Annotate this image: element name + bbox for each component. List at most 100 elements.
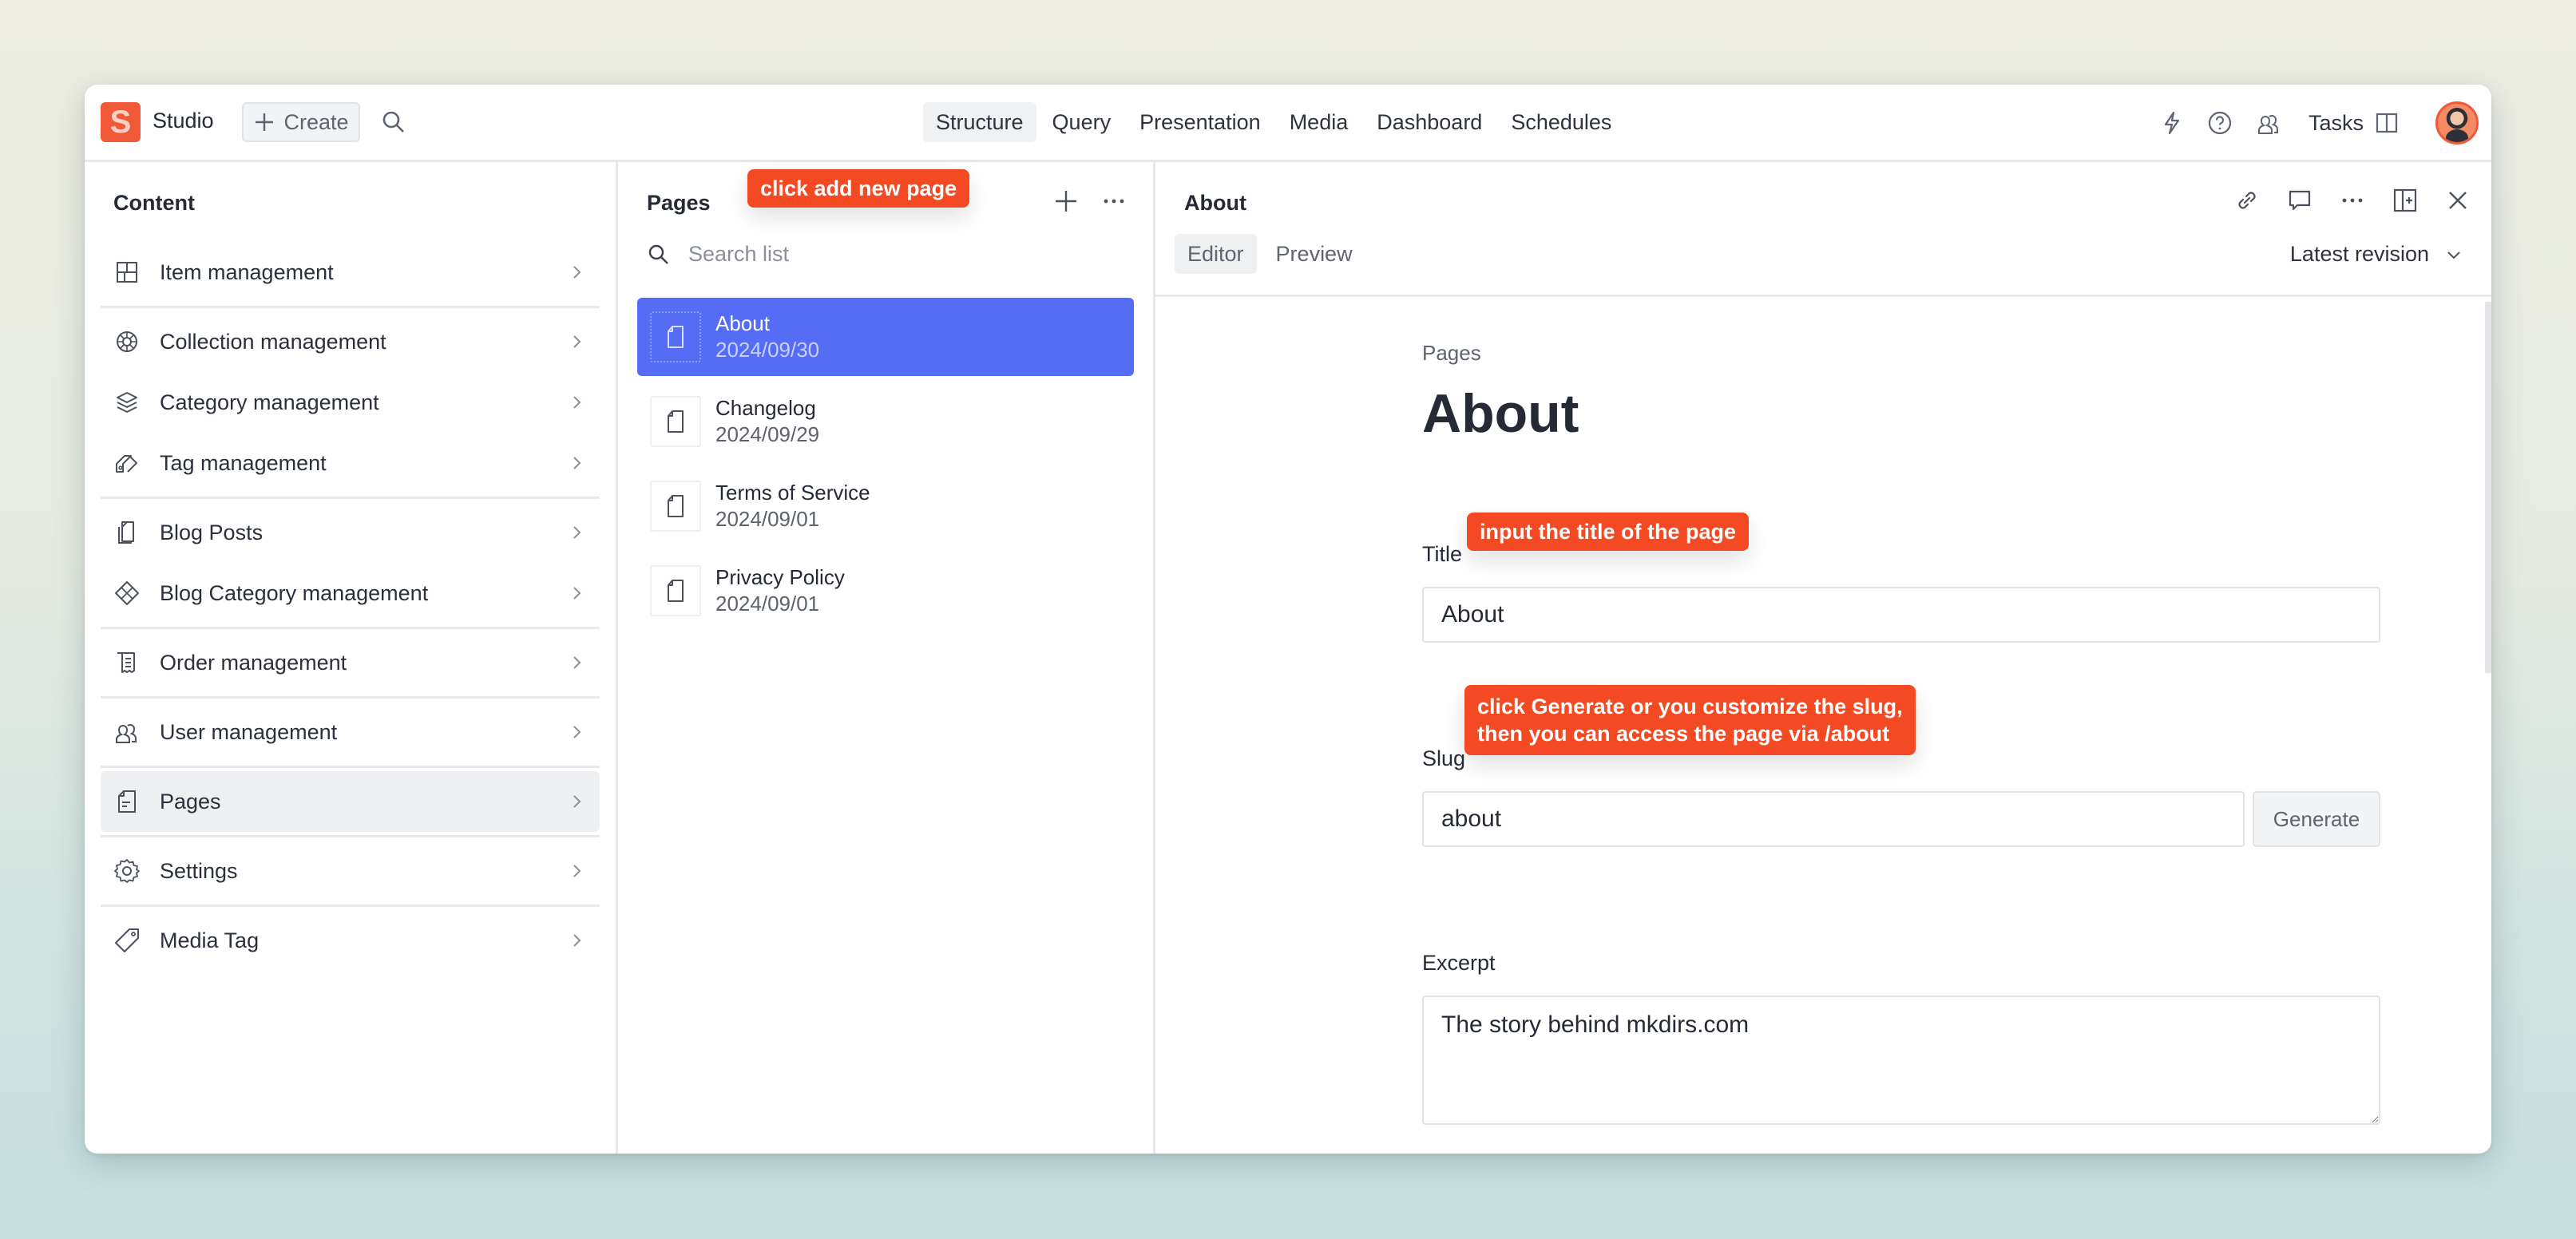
chevron-right-icon [573,266,581,279]
list-item-terms-of-service[interactable]: Terms of Service 2024/09/01 [637,467,1134,545]
sidebar-item-label: Settings [160,858,238,883]
create-label: Create [283,109,349,134]
layers-icon [117,392,137,413]
list-item-date: 2024/09/01 [715,507,820,531]
nav-structure[interactable]: Structure [923,102,1036,142]
comment-icon[interactable] [2285,186,2314,215]
sidebar-item-blog-category-management[interactable]: Blog Category management [101,563,600,623]
tab-editor[interactable]: Editor [1175,234,1257,274]
document-icon [668,326,684,348]
sidebar-item-blog-posts[interactable]: Blog Posts [101,502,600,563]
sidebar-item-media-tag[interactable]: Media Tag [101,910,600,971]
nav-media[interactable]: Media [1277,102,1361,142]
nav-schedules[interactable]: Schedules [1498,102,1624,142]
add-page-button[interactable] [1051,186,1081,216]
chevron-right-icon [573,587,581,600]
chevron-right-icon [573,396,581,409]
list-item-title: Terms of Service [715,481,870,505]
sidebar-item-label: Order management [160,650,347,675]
diamond-icon [115,581,139,605]
sidebar-item-pages[interactable]: Pages [101,771,600,832]
tasks-button[interactable]: Tasks [2308,111,2399,136]
page-icon [118,790,136,813]
receipt-icon [117,652,135,673]
list-item-privacy-policy[interactable]: Privacy Policy 2024/09/01 [637,552,1134,630]
sidebar-list: Item management Collection management Ca… [101,242,600,971]
excerpt-textarea[interactable]: The story behind mkdirs.com [1422,996,2380,1125]
editor-tabs: Editor Preview [1175,234,1365,274]
divider [101,905,600,907]
annotation-text: click Generate or you customize the slug… [1477,695,1903,718]
list-item-title: Privacy Policy [715,565,845,589]
document-thumbnail [650,481,701,532]
annotation-text: click add new page [760,176,957,200]
split-pane-icon[interactable] [2391,186,2419,215]
lightning-icon[interactable] [2158,109,2186,137]
top-bar: S Studio Create Structure Query Presenta… [85,85,2491,162]
users-icon[interactable] [2254,109,2281,137]
document-icon [668,580,684,602]
search-icon[interactable] [380,109,407,136]
sidebar-title: Content [113,191,195,215]
sidebar-item-item-management[interactable]: Item management [101,242,600,303]
list-actions [1051,186,1129,216]
tab-preview[interactable]: Preview [1263,234,1365,274]
editor-actions [2233,186,2472,215]
sidebar-item-collection-management[interactable]: Collection management [101,311,600,372]
link-icon[interactable] [2233,186,2261,215]
create-button[interactable]: Create [242,102,360,142]
close-icon[interactable] [2443,186,2472,215]
sidebar-item-tag-management[interactable]: Tag management [101,433,600,493]
nav-presentation[interactable]: Presentation [1127,102,1274,142]
annotation-text: input the title of the page [1480,519,1736,544]
chevron-right-icon [573,795,581,808]
studio-logo[interactable]: S [101,102,141,142]
document-thumbnail [650,565,701,616]
tags-icon [116,455,138,473]
panel-icon [2376,113,2398,133]
search-list-input[interactable] [688,242,1088,267]
sidebar-item-user-management[interactable]: User management [101,702,600,762]
sidebar-item-settings[interactable]: Settings [101,841,600,901]
annotation-text: then you can access the page via /about [1477,722,1890,746]
chevron-right-icon [573,335,581,348]
sidebar-item-category-management[interactable]: Category management [101,372,600,433]
divider [101,627,600,629]
list-item-about[interactable]: About 2024/09/30 [637,298,1134,376]
wheel-icon [117,331,137,352]
editor-scrollbar[interactable] [2485,302,2491,673]
sidebar-item-order-management[interactable]: Order management [101,632,600,693]
grid-icon [117,262,137,283]
nav-query[interactable]: Query [1040,102,1124,142]
tag-icon [115,928,139,952]
title-input[interactable] [1422,587,2380,643]
divider [1155,295,2491,297]
slug-label: Slug [1422,746,1466,770]
users-icon [116,724,137,743]
generate-button[interactable]: Generate [2253,791,2380,847]
list-item-title: Changelog [715,396,816,420]
document-thumbnail [650,311,701,362]
slug-input[interactable] [1422,791,2245,847]
help-icon[interactable] [2206,109,2233,137]
more-options-icon[interactable] [1099,186,1129,216]
pages-list: About 2024/09/30 Changelog 2024/09/29 Te… [637,298,1134,636]
more-options-icon[interactable] [2338,186,2367,215]
nav-dashboard[interactable]: Dashboard [1364,102,1495,142]
divider [101,497,600,499]
annotation-title-hint: input the title of the page [1467,513,1749,551]
studio-window: S Studio Create Structure Query Presenta… [85,85,2491,1154]
pages-list-pane: Pages About 2024/09/30 [618,162,1155,1154]
divider [101,696,600,699]
list-item-date: 2024/09/01 [715,592,820,616]
list-search [647,242,1088,267]
chevron-right-icon [573,865,581,877]
content-sidebar: Content Item management Collection manag… [85,162,618,1154]
revision-select[interactable]: Latest revision [2290,242,2463,267]
main-nav: Structure Query Presentation Media Dashb… [923,102,1624,142]
excerpt-label: Excerpt [1422,951,1496,975]
breadcrumb[interactable]: Pages [1422,341,1481,366]
user-avatar[interactable] [2435,101,2479,144]
sidebar-item-label: Blog Posts [160,520,264,544]
list-item-changelog[interactable]: Changelog 2024/09/29 [637,382,1134,461]
